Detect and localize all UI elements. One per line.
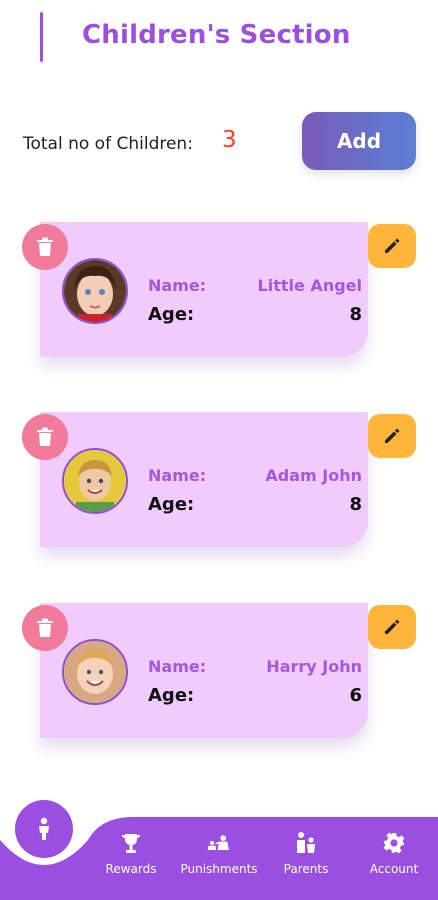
pencil-icon [385,238,400,253]
punishment-icon [207,835,229,850]
children-fab-button[interactable] [15,800,73,858]
header: Children's Section [0,0,438,80]
delete-child-button[interactable] [22,224,68,270]
child-name-label: Name: [148,276,207,295]
child-icon [39,817,49,840]
delete-child-button[interactable] [22,605,68,651]
total-children-label: Total no of Children: [23,134,193,154]
nav-label-punishments: Punishments [180,862,258,876]
trash-icon [37,427,53,446]
gear-icon [383,832,405,854]
add-child-button[interactable]: Add [302,112,416,170]
children-summary: Total no of Children: 3 Add [0,110,438,172]
child-age: 8 [349,304,362,325]
edit-child-button[interactable] [368,605,416,649]
child-age: 8 [349,494,362,515]
nav-item-parents[interactable]: Parents [266,830,346,890]
child-age-label: Age: [148,494,195,515]
trash-icon [37,618,53,637]
nav-item-punishments[interactable]: Punishments [179,830,259,890]
child-name: Adam John [265,466,362,485]
bottom-navigation: Rewards Punishments Parents Account [0,790,438,900]
trophy-icon [122,834,140,853]
child-name: Harry John [266,657,362,676]
child-card: Name: Little Angel Age: 8 [0,222,438,372]
child-card: Name: Harry John Age: 6 [0,603,438,753]
pencil-icon [385,428,400,443]
nav-label-parents: Parents [283,862,329,876]
edit-child-button[interactable] [368,224,416,268]
nav-label-rewards: Rewards [105,862,157,876]
child-name-label: Name: [148,657,207,676]
nav-item-account[interactable]: Account [354,830,434,890]
child-card: Name: Adam John Age: 8 [0,412,438,562]
nav-label-account: Account [369,862,419,876]
trash-icon [37,237,53,256]
nav-item-rewards[interactable]: Rewards [91,830,171,890]
total-children-count: 3 [222,127,237,153]
pencil-icon [385,619,400,634]
header-accent-bar [40,12,43,62]
child-name-label: Name: [148,466,207,485]
child-avatar [62,448,128,514]
child-age-label: Age: [148,685,195,706]
child-name: Little Angel [257,276,362,295]
parents-icon [297,832,315,853]
child-avatar [62,639,128,705]
edit-child-button[interactable] [368,414,416,458]
delete-child-button[interactable] [22,414,68,460]
child-age: 6 [349,685,362,706]
child-avatar [62,258,128,324]
child-age-label: Age: [148,304,195,325]
page-title: Children's Section [82,20,351,50]
